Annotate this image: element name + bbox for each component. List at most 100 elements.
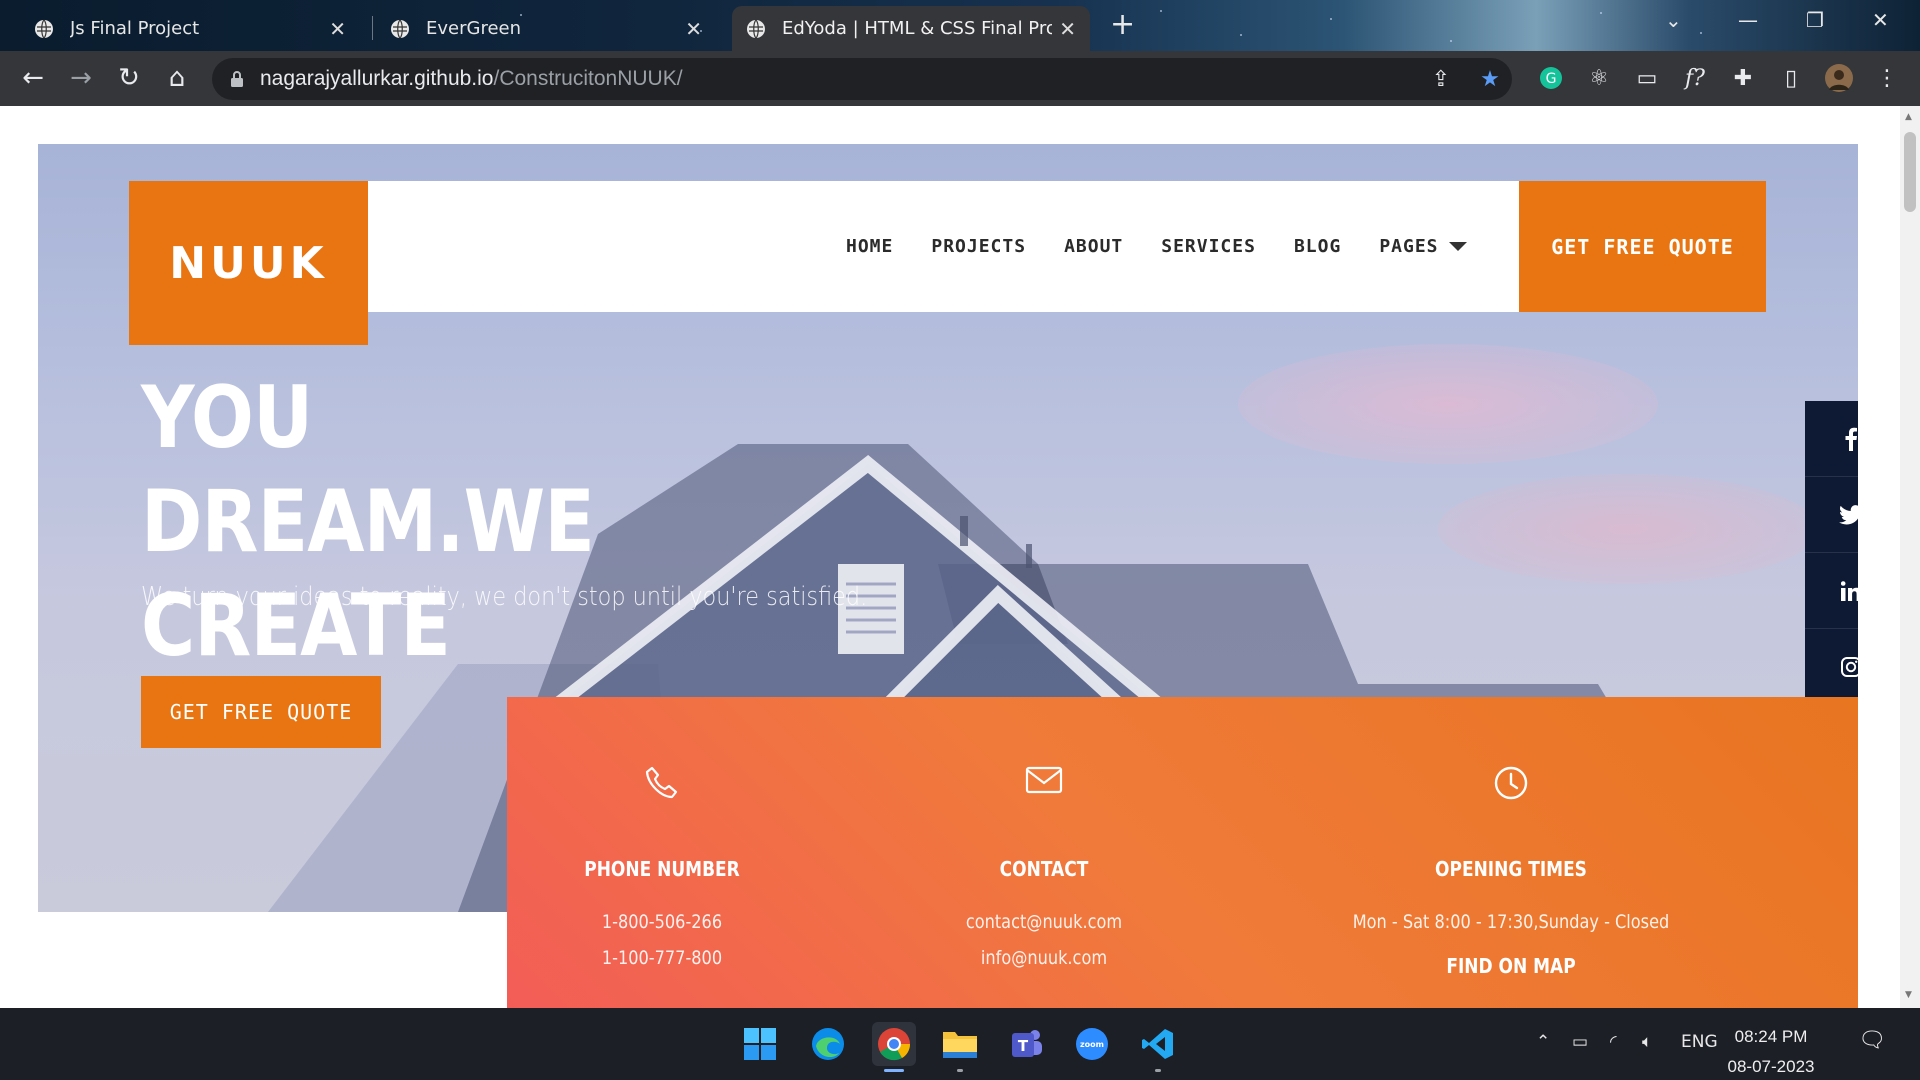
browser-tabstrip: Js Final Project ✕ EverGreen ✕ EdYoda | … [0,0,1920,51]
react-devtools-icon[interactable]: ⚛ [1584,63,1614,93]
page-viewport: NUUK HOME PROJECTS ABOUT SERVICES BLOG P… [0,106,1900,1008]
system-clock[interactable]: 08:24 PM 08-07-2023 [1716,1022,1826,1080]
restore-button[interactable]: ❐ [1806,8,1824,32]
windows-logo-icon [744,1028,776,1060]
chrome-app[interactable] [872,1022,916,1072]
nav-home[interactable]: HOME [846,236,893,257]
svg-text:T: T [1018,1037,1029,1055]
nav-blog[interactable]: BLOG [1294,236,1341,257]
hero-subtitle: We turn your ideas to reality, we don't … [141,582,868,612]
reload-button[interactable]: ↻ [114,64,144,94]
language-indicator[interactable]: ENG [1681,1032,1718,1052]
tab-separator [372,16,373,40]
share-icon[interactable]: ⇪ [1426,64,1456,94]
twitter-link[interactable] [1805,477,1858,553]
background-star [1600,12,1602,14]
url-text[interactable]: nagarajyallurkar.github.io/ConstrucitonN… [260,67,683,91]
edge-app[interactable] [806,1022,850,1066]
lock-icon[interactable] [230,70,244,88]
folder-icon [943,1032,977,1058]
wallet-extension-icon[interactable]: ▭ [1632,63,1662,93]
social-sidebar [1805,401,1858,736]
tab-js-final-project[interactable]: Js Final Project ✕ [20,6,360,51]
contact-info-band: PHONE NUMBER 1-800-506-266 1-100-777-800… [507,697,1858,1008]
volume-icon[interactable]: 🔈︎ [1642,1032,1652,1052]
contact-title: CONTACT [999,857,1089,881]
site-logo[interactable]: NUUK [129,181,368,345]
scroll-thumb[interactable] [1904,132,1916,212]
logo-text: NUUK [169,237,328,289]
svg-text:G: G [1546,71,1557,87]
globe-icon [35,19,53,38]
close-tab-icon[interactable]: ✕ [1059,17,1076,41]
scroll-down-arrow-icon[interactable]: ▼ [1905,990,1912,1000]
background-star [1330,18,1332,20]
phone-number-1[interactable]: 1-800-506-266 [484,911,841,933]
mail-icon [1025,766,1063,794]
phone-number-2[interactable]: 1-100-777-800 [484,947,841,969]
address-bar[interactable]: nagarajyallurkar.github.io/ConstrucitonN… [212,58,1512,100]
vscode-icon [1142,1029,1173,1059]
side-panel-icon[interactable]: ▯ [1776,63,1806,93]
main-nav: HOME PROJECTS ABOUT SERVICES BLOG PAGES [846,236,1467,257]
nav-pages[interactable]: PAGES [1379,236,1467,257]
svg-text:zoom: zoom [1080,1040,1104,1049]
minimize-button[interactable]: — [1738,8,1758,32]
close-tab-icon[interactable]: ✕ [685,17,702,41]
linkedin-link[interactable] [1805,553,1858,629]
extensions-puzzle-icon[interactable]: ✚ [1728,63,1758,93]
tab-title: Js Final Project [70,18,200,39]
nav-services[interactable]: SERVICES [1161,236,1256,257]
url-host: nagarajyallurkar.github.io [260,67,494,90]
linkedin-icon [1840,580,1858,601]
page-scrollbar[interactable]: ▲ ▼ [1900,106,1920,1008]
new-tab-button[interactable]: + [1110,10,1135,40]
battery-icon[interactable]: ▭ [1572,1032,1588,1052]
profile-avatar[interactable] [1824,63,1854,93]
globe-icon [747,19,765,38]
instagram-icon [1840,656,1858,677]
show-hidden-icons-chevron-icon[interactable]: ⌃ [1536,1032,1550,1052]
windows-taskbar: T zoom ⌃ ▭ ◜ 🔈︎ ENG 08:24 PM 08-07-2023 … [0,1008,1920,1080]
tab-edyoda-final-project[interactable]: EdYoda | HTML & CSS Final Proje ✕ [732,6,1090,51]
formula-extension-icon[interactable]: f? [1680,63,1710,93]
teams-icon: T [1012,1030,1042,1057]
file-explorer-app[interactable] [938,1022,982,1072]
get-free-quote-header-button[interactable]: GET FREE QUOTE [1519,181,1766,312]
wifi-icon[interactable]: ◜ [1610,1032,1617,1052]
windows-start-button[interactable] [738,1022,782,1066]
zoom-app[interactable]: zoom [1070,1022,1114,1066]
back-button[interactable]: ← [18,64,48,94]
background-star [1700,32,1702,34]
nav-projects[interactable]: PROJECTS [931,236,1026,257]
tab-search-icon[interactable]: ⌄ [1665,8,1682,32]
close-window-button[interactable]: ✕ [1872,8,1889,32]
forward-button[interactable]: → [66,64,96,94]
bookmark-star-icon[interactable]: ★ [1475,64,1505,94]
tab-title: EverGreen [426,18,522,39]
scroll-up-arrow-icon[interactable]: ▲ [1905,112,1912,122]
teams-app[interactable]: T [1004,1022,1048,1066]
clock-icon [1494,766,1528,800]
close-tab-icon[interactable]: ✕ [329,17,346,41]
tab-evergreen[interactable]: EverGreen ✕ [376,6,716,51]
zoom-icon: zoom [1076,1028,1108,1060]
twitter-icon [1838,504,1858,524]
instagram-link[interactable] [1805,629,1858,705]
vscode-app[interactable] [1136,1022,1180,1072]
nav-about[interactable]: ABOUT [1064,236,1123,257]
phone-icon [645,766,678,799]
hero-headline: YOU DREAM.WE CREATE [141,368,595,676]
grammarly-extension-icon[interactable]: G [1536,63,1566,93]
contact-email-2[interactable]: info@nuuk.com [866,947,1223,969]
chrome-icon [878,1028,911,1061]
notification-center-icon[interactable]: 🗨︎ [1858,1028,1886,1053]
facebook-link[interactable] [1805,401,1858,477]
home-button[interactable]: ⌂ [162,64,192,94]
facebook-icon [1845,427,1857,451]
chrome-menu-icon[interactable]: ⋮ [1872,63,1902,93]
contact-email-1[interactable]: contact@nuuk.com [866,911,1223,933]
find-on-map-link[interactable]: FIND ON MAP [1333,954,1690,978]
background-star [1240,34,1242,36]
get-free-quote-hero-button[interactable]: GET FREE QUOTE [141,676,381,748]
